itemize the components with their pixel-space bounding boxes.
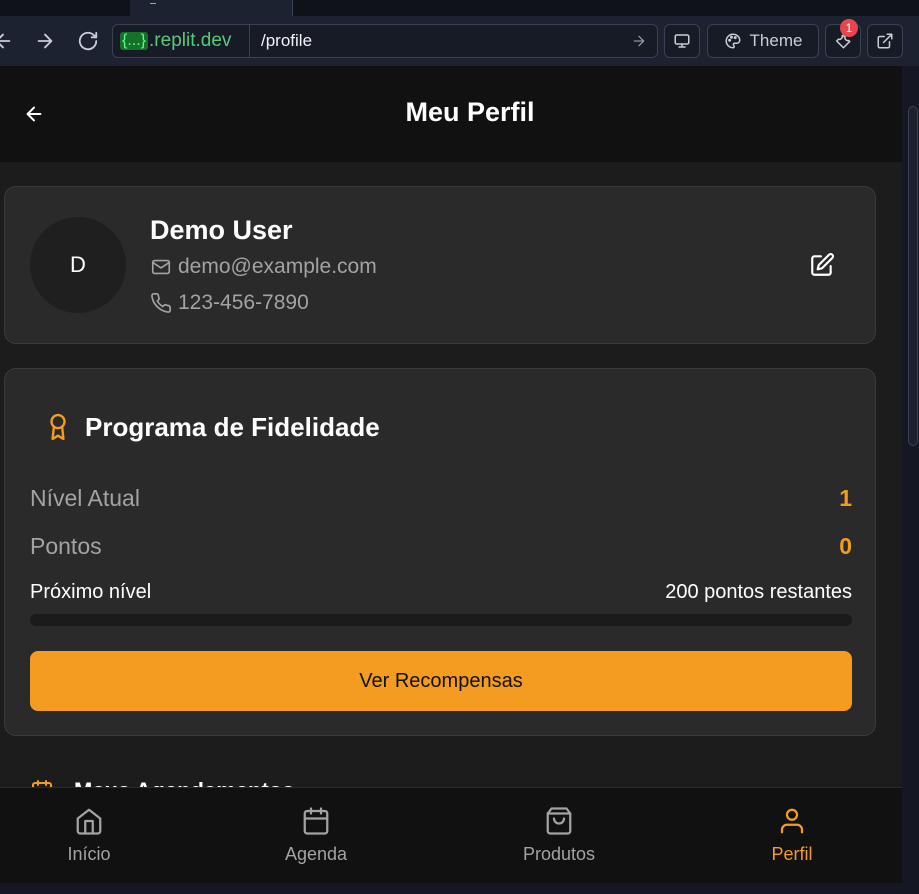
tab-favicon: [150, 0, 156, 4]
forward-arrow-icon[interactable]: [34, 30, 56, 52]
theme-label: Theme: [749, 31, 803, 50]
window-bottom-edge: [0, 883, 919, 894]
points-row: Pontos 0: [30, 533, 852, 560]
url-path[interactable]: /profile: [261, 25, 312, 57]
user-icon: [780, 808, 804, 834]
points-label: Pontos: [30, 533, 102, 559]
browser-tab-strip: [0, 0, 919, 16]
loyalty-header: Programa de Fidelidade: [45, 411, 380, 443]
open-external-button[interactable]: [867, 24, 903, 58]
view-rewards-button[interactable]: Ver Recompensas: [30, 651, 852, 711]
current-level-label: Nível Atual: [30, 485, 140, 511]
nav-item-home[interactable]: Início: [29, 806, 149, 865]
nav-item-profile[interactable]: Perfil: [732, 806, 852, 865]
url-badge: {...}: [120, 32, 149, 50]
nav-item-label: Perfil: [771, 844, 813, 864]
back-arrow-icon[interactable]: [0, 30, 14, 52]
nav-item-label: Produtos: [522, 844, 596, 864]
current-level-value: 1: [839, 485, 852, 511]
shopping-bag-icon: [546, 807, 572, 835]
theme-button[interactable]: Theme: [707, 24, 819, 58]
loyalty-card: Programa de Fidelidade Nível Atual 1 Pon…: [4, 368, 876, 736]
points-remaining: 200 pontos restantes: [665, 581, 852, 603]
loyalty-title: Programa de Fidelidade: [85, 411, 380, 442]
user-email-row: demo@example.com: [150, 255, 377, 279]
go-arrow-icon[interactable]: [631, 33, 647, 49]
avatar: D: [30, 217, 126, 313]
nav-item-label: Início: [67, 844, 111, 864]
nav-item-label: Agenda: [284, 844, 348, 864]
edit-profile-button[interactable]: [809, 252, 835, 278]
reload-icon[interactable]: [77, 30, 99, 52]
page-title: Meu Perfil: [405, 97, 535, 127]
points-value: 0: [839, 533, 852, 559]
devtools-button[interactable]: 1: [825, 19, 861, 58]
device-preview-button[interactable]: [664, 24, 700, 58]
user-email: demo@example.com: [178, 255, 377, 278]
app-header: Meu Perfil: [0, 66, 902, 162]
calendar-icon: [303, 807, 329, 835]
url-domain: .replit.dev: [149, 30, 232, 51]
scrollbar-thumb[interactable]: [908, 106, 918, 446]
monitor-icon: [674, 34, 690, 48]
browser-toolbar: {...} .replit.dev /profile Theme 1: [0, 16, 919, 66]
phone-icon: [151, 293, 171, 313]
external-link-icon: [877, 33, 893, 49]
current-level-row: Nível Atual 1: [30, 485, 852, 512]
level-progress-bar: [30, 614, 852, 626]
nav-item-products[interactable]: Produtos: [499, 806, 619, 865]
address-bar[interactable]: {...} .replit.dev /profile: [112, 24, 658, 58]
url-host: {...} .replit.dev: [113, 25, 250, 57]
bottom-nav: Início Agenda Produtos Perfil: [0, 787, 902, 894]
user-phone: 123-456-7890: [178, 291, 309, 314]
next-level-row: Próximo nível 200 pontos restantes: [30, 581, 852, 604]
next-level-label: Próximo nível: [30, 581, 152, 603]
nav-item-agenda[interactable]: Agenda: [256, 806, 376, 865]
app-viewport: Meu Perfil D Demo User demo@example.com …: [0, 66, 902, 894]
mail-icon: [151, 259, 171, 275]
user-name: Demo User: [150, 215, 293, 245]
palette-icon: [725, 33, 741, 49]
page-scrollbar[interactable]: [902, 66, 919, 894]
notification-badge: 1: [840, 19, 858, 37]
award-icon: [50, 413, 66, 441]
user-phone-row: 123-456-7890: [150, 291, 309, 315]
profile-card: D Demo User demo@example.com 123-456-789…: [4, 186, 876, 344]
edit-icon: [811, 253, 834, 276]
home-icon: [76, 808, 102, 835]
